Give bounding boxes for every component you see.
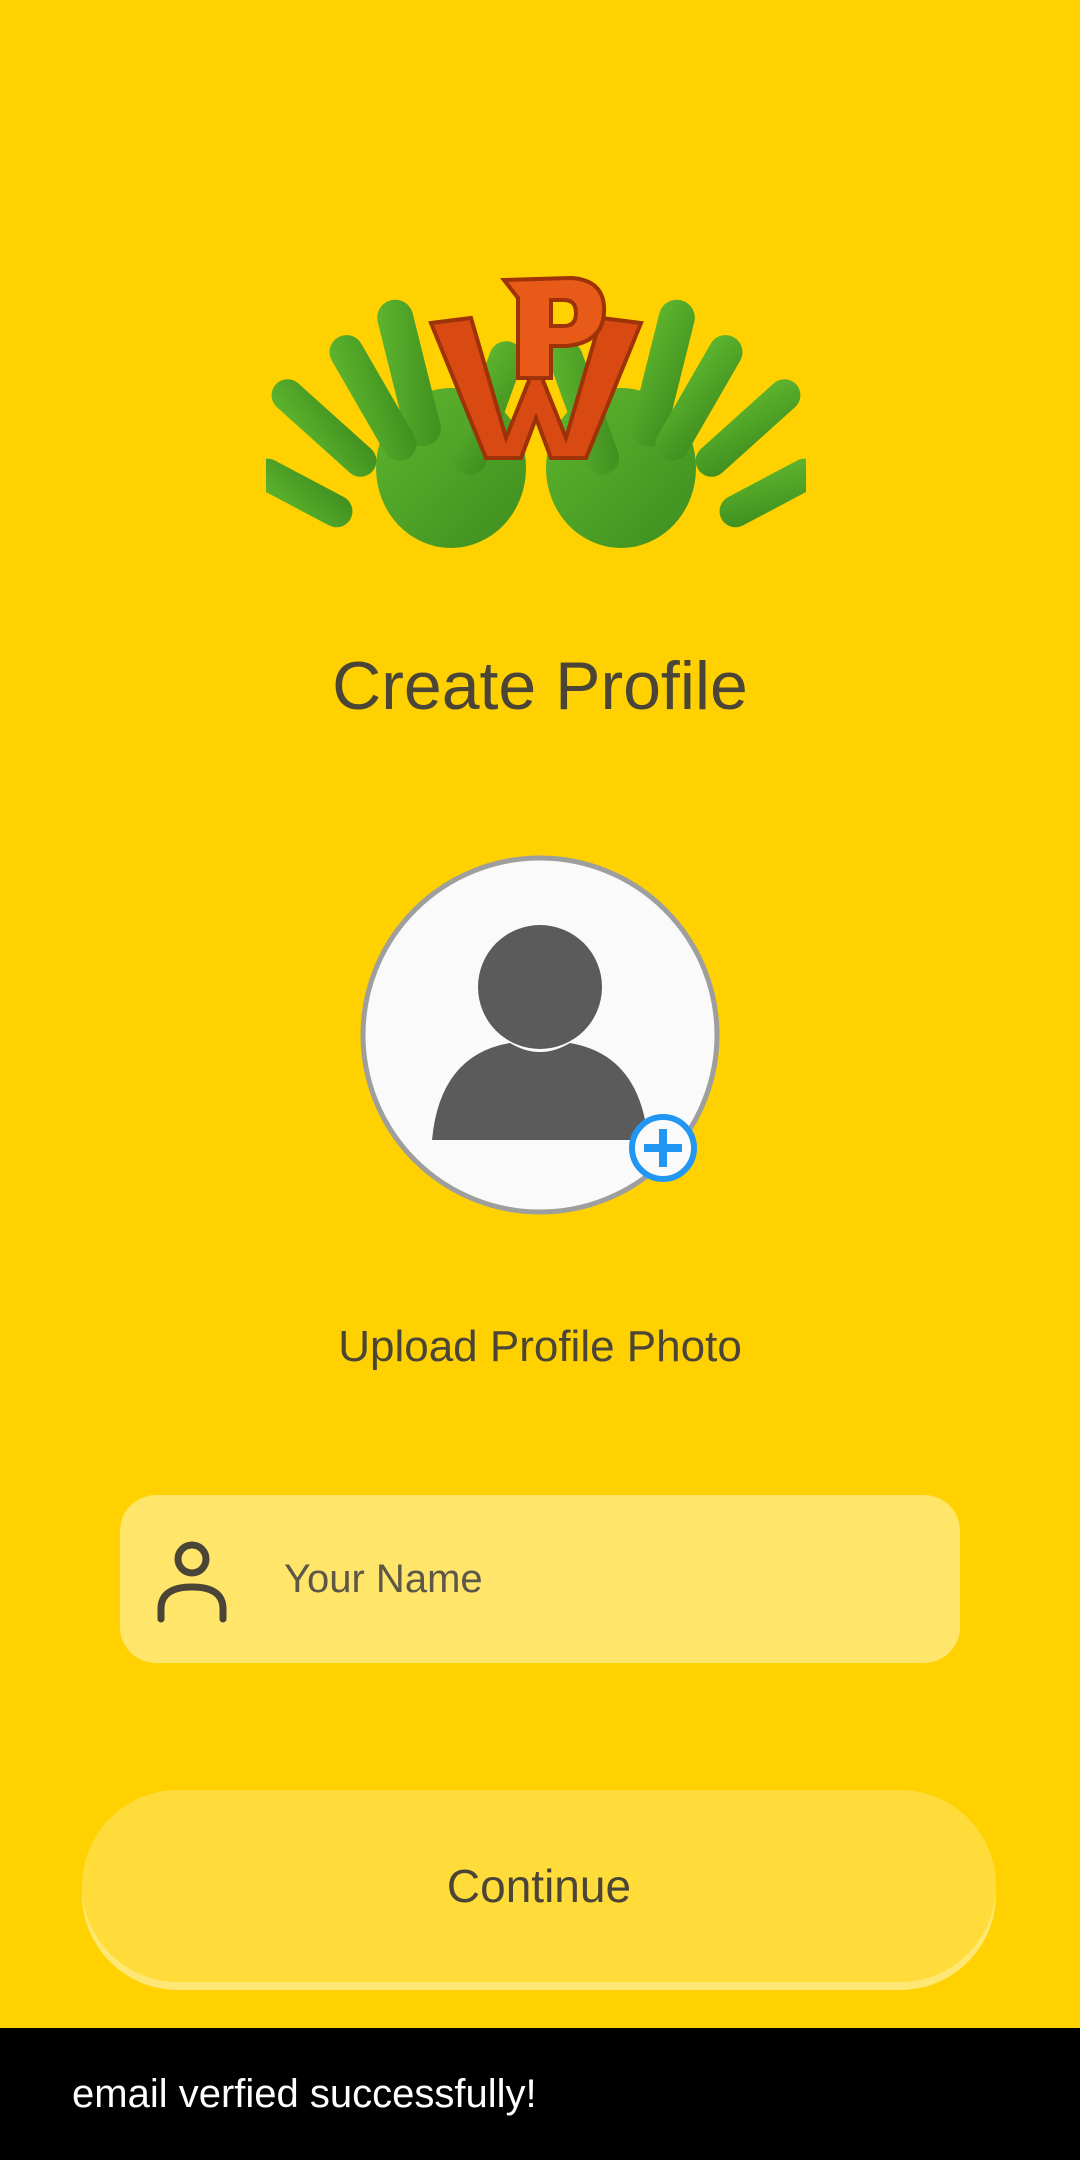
add-circle-icon[interactable] <box>628 1113 698 1183</box>
app-logo-icon <box>266 275 806 548</box>
name-input[interactable] <box>262 1495 922 1663</box>
snackbar: email verfied successfully! <box>0 2028 1080 2160</box>
snackbar-message: email verfied successfully! <box>72 2072 537 2116</box>
name-field-container[interactable] <box>120 1495 960 1663</box>
upload-photo-label[interactable]: Upload Profile Photo <box>0 1325 1080 1369</box>
person-outline-icon <box>157 1541 227 1623</box>
page-title: Create Profile <box>332 648 748 724</box>
continue-button[interactable]: Continue <box>82 1790 996 1982</box>
